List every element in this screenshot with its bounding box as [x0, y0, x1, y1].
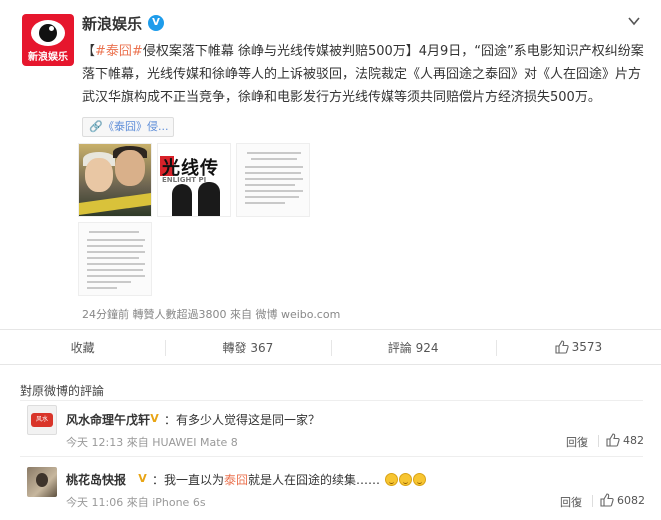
favorite-button[interactable]: 收藏 [0, 330, 165, 364]
comment-like-count: 6082 [617, 493, 645, 507]
photo-movie-poster[interactable] [78, 143, 152, 217]
photo-court-document-1[interactable] [236, 143, 310, 217]
comment-meta: 今天 11:06 來自 iPhone 6s [66, 496, 206, 509]
author-name[interactable]: 新浪娱乐 [82, 13, 142, 34]
author-avatar[interactable]: 新浪娱乐 [22, 14, 74, 66]
comment-like-button[interactable]: 6082 [600, 493, 645, 507]
commenter-name[interactable]: 桃花岛快报 [66, 471, 126, 488]
comments-title: 對原微博的評論 [20, 384, 105, 398]
post-content: 侵权案落下帷幕 徐峥与光线传媒被判赔500万】4月9日，“囧途”系电影知识产权纠… [82, 44, 644, 105]
laughing-emoji-icon [412, 473, 426, 486]
thumbs-up-icon [606, 433, 620, 447]
reply-button[interactable]: 回復 [566, 434, 588, 450]
thumbs-up-icon [600, 493, 614, 507]
laughing-emoji-icon [398, 473, 412, 486]
like-button[interactable]: 3573 [495, 330, 661, 364]
action-bar: 收藏 轉發 367 評論 924 3573 [0, 329, 661, 365]
link-card-label: 《泰囧》侵... [103, 120, 169, 133]
thumbs-up-icon [555, 340, 569, 354]
vip-badge-icon: V [150, 412, 159, 425]
separator [592, 495, 593, 507]
commenter-name[interactable]: 风水命理午戊轩 [66, 411, 150, 428]
commenter-avatar[interactable]: 风水 [27, 405, 57, 435]
reply-button[interactable]: 回復 [560, 494, 582, 510]
verified-icon: V [148, 15, 164, 31]
comment-meta: 今天 12:13 來自 HUAWEI Mate 8 [66, 436, 238, 449]
post-bracket: 【 [82, 44, 96, 59]
separator [598, 435, 599, 447]
laughing-emoji-icon [384, 473, 398, 486]
vip-badge-icon: V [138, 472, 147, 485]
post-body: 【#泰囧#侵权案落下帷幕 徐峥与光线传媒被判赔500万】4月9日，“囧途”系电影… [82, 40, 647, 109]
photo-court-document-2[interactable] [78, 222, 152, 296]
repost-label: 轉發 367 [222, 340, 274, 355]
post-hashtag[interactable]: #泰囧# [95, 44, 143, 59]
like-count: 3573 [571, 340, 603, 354]
comment-highlight[interactable]: 泰囧 [224, 473, 248, 487]
comment-like-count: 482 [623, 433, 644, 447]
avatar-label: 新浪娱乐 [28, 52, 68, 63]
link-card[interactable]: 🔗《泰囧》侵... [82, 117, 174, 137]
photo-enlight-logo[interactable]: 光线传 ENLIGHT PI [157, 143, 231, 217]
enlight-en-text: ENLIGHT PI [162, 176, 207, 184]
comment-like-button[interactable]: 482 [606, 433, 644, 447]
repost-button[interactable]: 轉發 367 [165, 330, 330, 364]
link-icon: 🔗 [89, 120, 103, 133]
divider [20, 456, 643, 457]
comment-label: 評論 924 [387, 340, 439, 355]
comment-button[interactable]: 評論 924 [330, 330, 496, 364]
commenter-avatar-label: 风水 [31, 413, 53, 427]
commenter-avatar[interactable] [27, 467, 57, 497]
comment-text: ：有多少人觉得这是同一家？ [164, 413, 321, 427]
divider [20, 400, 643, 401]
post-meta: 24分鐘前 轉贊人數超過3800 來自 微博 weibo.com [82, 308, 341, 321]
chevron-down-icon[interactable] [627, 14, 641, 28]
favorite-label: 收藏 [70, 340, 95, 355]
comment-text: ：我一直以为泰囧就是人在囧途的续集…… [152, 471, 426, 488]
